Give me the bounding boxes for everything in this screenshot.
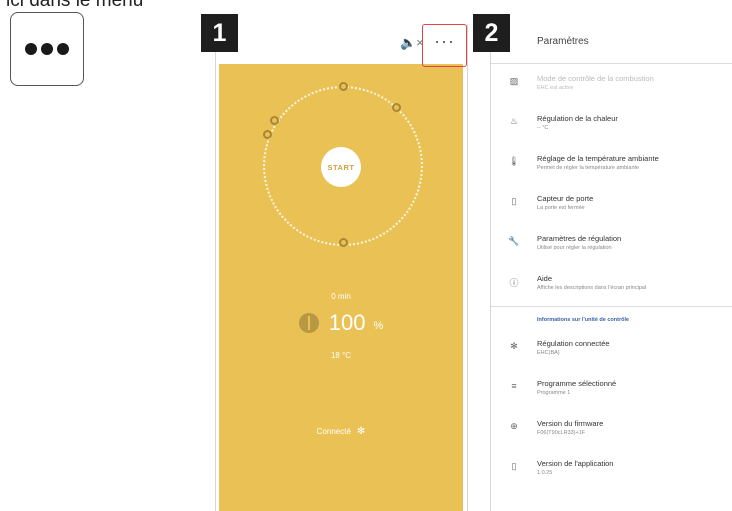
setting-subtitle: -- °C <box>537 125 549 131</box>
setting-title: Réglage de la température ambiante <box>537 154 659 163</box>
info-title: Version de l'application <box>537 459 614 468</box>
section-header: Informations sur l'unité de contrôle <box>491 307 732 329</box>
setting-title: Capteur de porte <box>537 194 594 203</box>
section-header-label: Informations sur l'unité de contrôle <box>537 317 630 323</box>
dial-knob-upper-right[interactable] <box>392 103 401 112</box>
setting-combustion-mode: ▨ Mode de contrôle de la combustion EHC … <box>491 64 732 104</box>
phone-screen-main: 🔈× ··· START 0 min 100 % 18 °C Connecté ✻ <box>215 24 468 511</box>
temperature-value: 18 °C <box>330 351 352 360</box>
power-readout: 100 % <box>219 310 463 336</box>
mute-icon[interactable]: 🔈× <box>400 35 424 51</box>
phone-icon: ▯ <box>511 461 517 471</box>
bluetooth-icon: ✻ <box>510 341 518 351</box>
timer-value: 0 min <box>331 292 351 301</box>
power-unit: % <box>373 320 384 332</box>
more-dots-icon <box>25 43 69 55</box>
program-icon: ≡ <box>511 381 517 391</box>
thermometer-icon: 🌡 <box>508 156 520 166</box>
info-connected-regulation: ✻ Régulation connectée EHC(BA) <box>491 329 732 369</box>
setting-help[interactable]: ⓘ Aide Affiche les descriptions dans l'é… <box>491 264 732 304</box>
dial-knob-left[interactable] <box>263 130 272 139</box>
firmware-icon: ⊕ <box>510 421 518 431</box>
setting-heat-regulation[interactable]: ♨ Régulation de la chaleur -- °C <box>491 104 732 144</box>
menu-button-illustration <box>10 12 84 86</box>
power-value: 100 <box>328 310 366 335</box>
setting-regulation-params[interactable]: 🔧 Paramètres de régulation Utilisé pour … <box>491 224 732 264</box>
info-subtitle: EHC(BA) <box>537 350 560 356</box>
setting-title: Mode de contrôle de la combustion <box>537 74 654 83</box>
connection-status-label: Connecté <box>316 427 351 436</box>
combustion-icon: ▨ <box>509 76 519 86</box>
setting-subtitle: La porte est fermée <box>537 205 585 211</box>
setting-subtitle: Permet de régler la température ambiante <box>537 165 640 171</box>
setting-title: Paramètres de régulation <box>537 234 622 243</box>
info-subtitle: Programme 1 <box>537 390 571 396</box>
info-firmware-version: ⊕ Version du firmware F06(T90cLR33)+1F <box>491 409 732 449</box>
settings-title: Paramètres <box>537 36 589 47</box>
info-title: Programme sélectionné <box>537 379 617 388</box>
start-button[interactable]: START <box>321 147 361 187</box>
info-title: Version du firmware <box>537 419 604 428</box>
dial-knob-bottom[interactable] <box>339 238 348 247</box>
dial-knob-upper-left[interactable] <box>270 116 279 125</box>
setting-room-temperature[interactable]: 🌡 Réglage de la température ambiante Per… <box>491 144 732 184</box>
setting-subtitle: EHC est active <box>537 85 574 91</box>
info-subtitle: 1.0.25 <box>537 470 553 476</box>
step-badge-2: 2 <box>473 14 510 52</box>
setting-title: Aide <box>537 274 553 283</box>
power-level-icon <box>298 313 319 333</box>
stove-control-panel: START 0 min 100 % 18 °C Connecté ✻ <box>219 64 463 511</box>
door-icon: ▯ <box>511 196 517 206</box>
more-menu-highlight <box>422 24 467 67</box>
dial-knob-top[interactable] <box>339 82 348 91</box>
page-caption: ici dans le menu <box>6 0 144 11</box>
connection-status: Connecté ✻ <box>219 426 463 437</box>
info-app-version: ▯ Version de l'application 1.0.25 <box>491 449 732 489</box>
info-title: Régulation connectée <box>537 339 610 348</box>
setting-subtitle: Utilisé pour régler la régulation <box>537 245 612 251</box>
setting-door-sensor[interactable]: ▯ Capteur de porte La porte est fermée <box>491 184 732 224</box>
bluetooth-icon: ✻ <box>356 426 366 437</box>
settings-header: Paramètres <box>491 24 732 64</box>
info-icon: ⓘ <box>509 278 519 288</box>
step-badge-1: 1 <box>201 14 238 52</box>
info-selected-program: ≡ Programme sélectionné Programme 1 <box>491 369 732 409</box>
setting-title: Régulation de la chaleur <box>537 114 618 123</box>
setting-subtitle: Affiche les descriptions dans l'écran pr… <box>537 285 647 291</box>
wrench-icon: 🔧 <box>508 236 520 246</box>
flame-icon: ♨ <box>509 116 519 126</box>
info-subtitle: F06(T90cLR33)+1F <box>537 430 586 436</box>
phone-screen-settings: Paramètres ▨ Mode de contrôle de la comb… <box>490 24 732 511</box>
